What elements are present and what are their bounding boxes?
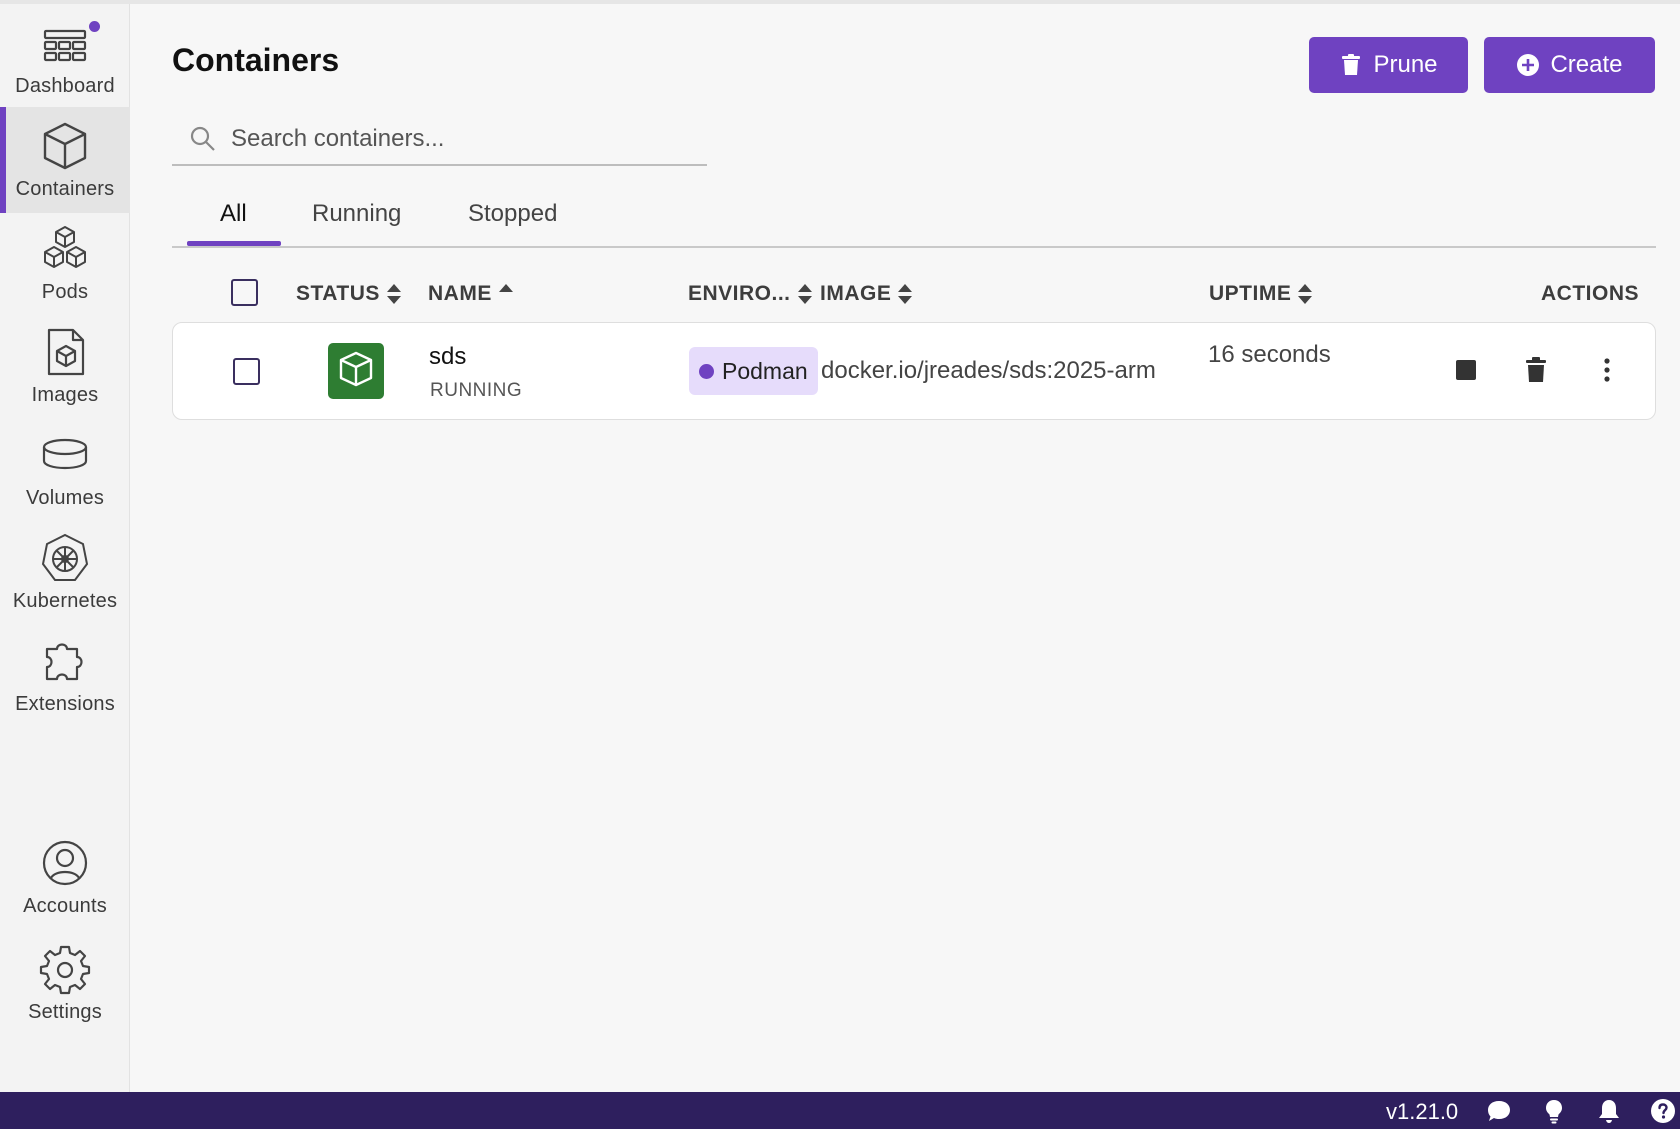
tab-all[interactable]: All xyxy=(220,200,247,228)
sidebar-item-settings[interactable]: Settings xyxy=(0,930,130,1036)
sidebar-item-volumes[interactable]: Volumes xyxy=(0,416,130,522)
stop-icon xyxy=(1455,359,1477,381)
environment-dot xyxy=(699,363,714,379)
sidebar: Dashboard Containers Pods Images Volumes… xyxy=(0,4,130,1092)
status-bar: v1.21.0 xyxy=(0,1092,1680,1129)
sidebar-item-kubernetes[interactable]: Kubernetes xyxy=(0,519,130,625)
sidebar-item-label: Kubernetes xyxy=(12,589,118,612)
sidebar-item-label: Settings xyxy=(28,1000,102,1023)
sidebar-item-label: Volumes xyxy=(25,486,105,509)
active-tab-indicator xyxy=(187,241,281,246)
account-circle-icon xyxy=(39,837,91,889)
sidebar-item-label: Accounts xyxy=(23,894,107,917)
container-state: RUNNING xyxy=(430,380,523,401)
column-header-name[interactable]: NAME xyxy=(428,282,514,306)
tab-stopped[interactable]: Stopped xyxy=(468,200,557,228)
container-image: docker.io/jreades/sds:2025-arm xyxy=(821,357,1156,384)
table-row[interactable]: sds RUNNING Podman docker.io/jreades/sds… xyxy=(172,322,1656,420)
image-file-icon xyxy=(39,326,91,378)
page-title: Containers xyxy=(172,42,340,78)
prune-button[interactable]: Prune xyxy=(1309,37,1468,93)
column-header-environment[interactable]: ENVIRO... xyxy=(688,282,813,306)
container-running-status xyxy=(328,343,384,399)
search-bar xyxy=(172,114,707,166)
stop-container-button[interactable] xyxy=(1451,355,1481,385)
sort-both-icon xyxy=(1297,282,1313,306)
delete-container-button[interactable] xyxy=(1521,355,1551,385)
sort-both-icon xyxy=(897,282,913,306)
trash-icon xyxy=(1525,357,1547,383)
column-header-image[interactable]: IMAGE xyxy=(820,282,913,306)
row-checkbox[interactable] xyxy=(233,358,260,385)
sidebar-item-accounts[interactable]: Accounts xyxy=(0,824,130,930)
column-header-actions: ACTIONS xyxy=(1541,282,1639,305)
container-uptime: 16 seconds xyxy=(1208,341,1331,368)
column-header-uptime[interactable]: UPTIME xyxy=(1209,282,1313,306)
sidebar-item-label: Dashboard xyxy=(15,74,115,97)
environment-badge: Podman xyxy=(689,347,818,395)
help-icon[interactable] xyxy=(1650,1098,1676,1124)
container-cube-icon xyxy=(39,120,91,172)
gear-icon xyxy=(39,943,91,995)
sidebar-item-label: Images xyxy=(31,383,99,406)
lightbulb-icon[interactable] xyxy=(1541,1098,1567,1124)
sidebar-item-label: Containers xyxy=(15,177,115,200)
window-top-border xyxy=(0,0,1680,4)
sidebar-item-containers[interactable]: Containers xyxy=(0,107,130,213)
column-header-status[interactable]: STATUS xyxy=(296,282,402,306)
plus-circle-icon xyxy=(1516,53,1540,77)
container-name[interactable]: sds xyxy=(429,343,466,371)
tab-running[interactable]: Running xyxy=(312,200,401,228)
notification-dot xyxy=(89,21,100,32)
sidebar-item-extensions[interactable]: Extensions xyxy=(0,622,130,728)
kubernetes-helm-icon xyxy=(39,532,91,584)
create-button[interactable]: Create xyxy=(1484,37,1655,93)
sort-both-icon xyxy=(386,282,402,306)
prune-label: Prune xyxy=(1373,51,1438,78)
dashboard-icon xyxy=(39,17,91,69)
version-label: v1.21.0 xyxy=(1386,1099,1459,1124)
create-label: Create xyxy=(1550,51,1623,78)
sidebar-item-label: Extensions xyxy=(15,692,115,715)
search-icon xyxy=(189,125,217,153)
container-cube-icon xyxy=(336,349,376,394)
sidebar-item-dashboard[interactable]: Dashboard xyxy=(0,4,130,110)
sort-both-icon xyxy=(797,282,813,306)
search-input[interactable] xyxy=(231,125,691,153)
sidebar-item-pods[interactable]: Pods xyxy=(0,210,130,316)
select-all-checkbox[interactable] xyxy=(231,279,258,306)
filter-tabs: All Running Stopped xyxy=(172,190,1656,248)
puzzle-piece-icon xyxy=(39,635,91,687)
kebab-menu-icon xyxy=(1603,358,1611,382)
chat-bubble-icon[interactable] xyxy=(1486,1098,1512,1124)
bell-icon[interactable] xyxy=(1596,1098,1622,1124)
sidebar-item-images[interactable]: Images xyxy=(0,313,130,419)
more-actions-button[interactable] xyxy=(1592,355,1622,385)
sidebar-item-label: Pods xyxy=(41,280,89,303)
trash-icon xyxy=(1339,53,1363,77)
pods-icon xyxy=(39,223,91,275)
sort-ascending-icon xyxy=(498,282,514,306)
volume-disk-icon xyxy=(39,429,91,481)
